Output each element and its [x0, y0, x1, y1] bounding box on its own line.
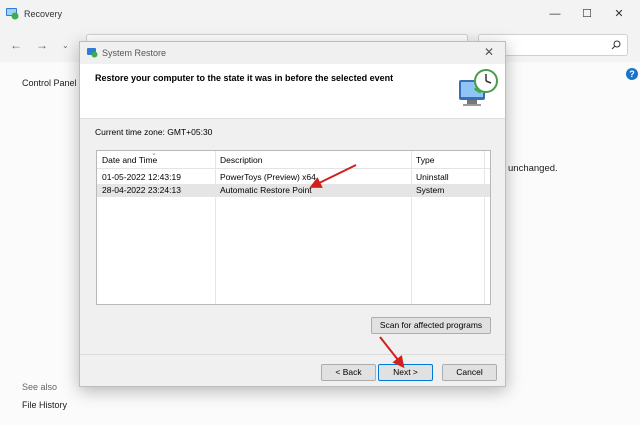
see-also-label: See also: [22, 382, 58, 392]
system-restore-dialog: System Restore ✕ Restore your computer t…: [79, 41, 506, 387]
footer-divider: [80, 354, 505, 355]
dialog-header: Restore your computer to the state it wa…: [80, 64, 505, 119]
close-window-icon[interactable]: ✕: [606, 5, 632, 23]
list-item-selected[interactable]: 28-04-2022 23:24:13 Automatic Restore Po…: [97, 184, 490, 197]
cancel-button[interactable]: Cancel: [442, 364, 497, 381]
dropdown-icon[interactable]: ⌄: [62, 41, 69, 50]
help-icon[interactable]: ?: [626, 68, 638, 80]
next-button[interactable]: Next >: [378, 364, 433, 381]
system-restore-icon: [87, 48, 98, 58]
background-body-text: unchanged.: [508, 163, 558, 174]
forward-arrow-icon[interactable]: →: [36, 38, 48, 52]
control-panel-link[interactable]: Control Panel: [22, 78, 77, 88]
minimize-icon[interactable]: —: [542, 5, 568, 23]
restore-point-date: 01-05-2022 12:43:19: [102, 172, 181, 182]
restore-points-list[interactable]: Date and Time ⌄ Description Type 01-05-2…: [96, 150, 491, 305]
recovery-app-icon: [6, 8, 19, 20]
dialog-titlebar: System Restore ✕: [80, 42, 505, 64]
list-item[interactable]: 01-05-2022 12:43:19 PowerToys (Preview) …: [97, 171, 490, 184]
file-history-link[interactable]: File History: [22, 400, 67, 410]
restore-point-date: 28-04-2022 23:24:13: [102, 185, 181, 195]
restore-point-description: Automatic Restore Point: [220, 185, 312, 195]
restore-monitor-graphic-icon: [459, 69, 498, 106]
column-header-description[interactable]: Description: [215, 151, 411, 169]
sort-caret-icon: ⌄: [151, 150, 157, 157]
restore-point-type: Uninstall: [416, 172, 449, 182]
close-icon[interactable]: ✕: [481, 44, 497, 60]
column-header-type[interactable]: Type: [411, 151, 490, 169]
recovery-title: Recovery: [24, 9, 63, 19]
back-button[interactable]: < Back: [321, 364, 376, 381]
restore-point-type: System: [416, 185, 445, 195]
dialog-heading: Restore your computer to the state it wa…: [95, 73, 394, 83]
restore-point-description: PowerToys (Preview) x64: [220, 172, 316, 182]
recovery-titlebar: Recovery — ☐ ✕: [0, 0, 640, 28]
dialog-title: System Restore: [102, 48, 167, 58]
list-header: Date and Time ⌄ Description Type: [97, 150, 490, 169]
scan-affected-programs-button[interactable]: Scan for affected programs: [371, 317, 491, 334]
back-arrow-icon[interactable]: ←: [10, 38, 22, 52]
maximize-icon[interactable]: ☐: [574, 5, 600, 23]
search-icon: [611, 40, 621, 50]
current-timezone-label: Current time zone: GMT+05:30: [95, 127, 213, 137]
